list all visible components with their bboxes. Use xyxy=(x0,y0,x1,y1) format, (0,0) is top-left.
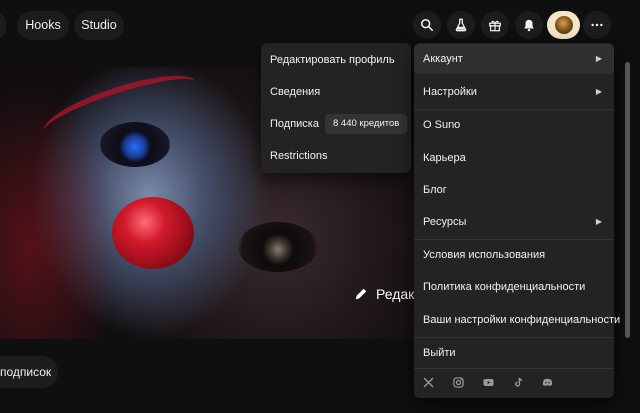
lab-button[interactable] xyxy=(447,11,475,39)
search-icon xyxy=(420,18,434,32)
menu-item-blog[interactable]: Блог xyxy=(414,175,614,205)
menu-item-label: Настройки xyxy=(423,86,477,98)
chevron-right-icon: ▶ xyxy=(595,54,602,63)
more-button[interactable] xyxy=(583,11,611,39)
menu-item-careers[interactable]: Карьера xyxy=(414,143,614,173)
menu-item-edit-profile[interactable]: Редактировать профиль xyxy=(261,45,411,75)
menu-item-settings[interactable]: Настройки ▶ xyxy=(414,77,614,107)
menu-item-label: Редактировать профиль xyxy=(270,54,395,66)
chevron-right-icon: ▶ xyxy=(595,217,602,226)
menu-item-account[interactable]: Аккаунт ▶ xyxy=(414,44,614,74)
menu-item-label: Restrictions xyxy=(270,150,328,162)
menu-divider xyxy=(414,368,614,369)
notifications-button[interactable] xyxy=(515,11,543,39)
menu-item-label: Подписка xyxy=(270,118,319,130)
menu-item-label: Выйти xyxy=(423,347,456,359)
banner-eye-right xyxy=(238,222,318,272)
scrollbar-thumb[interactable] xyxy=(625,62,630,338)
edit-profile-button[interactable]: Редак xyxy=(354,286,414,302)
menu-item-label: Ресурсы xyxy=(423,216,467,228)
menu-item-details[interactable]: Сведения xyxy=(261,77,411,107)
gift-button[interactable] xyxy=(481,11,509,39)
avatar[interactable] xyxy=(547,11,580,39)
account-submenu: Редактировать профиль Сведения Подписка … xyxy=(261,43,411,173)
menu-item-privacy-settings[interactable]: Ваши настройки конфиденциальности xyxy=(414,305,620,335)
nav-tab-partial[interactable] xyxy=(0,11,6,40)
menu-item-label: Сведения xyxy=(270,86,321,98)
avatar-image xyxy=(554,16,573,34)
nav-tab-hooks[interactable]: Hooks xyxy=(17,11,69,40)
menu-item-privacy-policy[interactable]: Политика конфиденциальности xyxy=(414,272,614,302)
youtube-icon[interactable] xyxy=(481,375,495,389)
more-icon xyxy=(591,23,603,27)
menu-item-label: Блог xyxy=(423,184,447,196)
menu-item-subscription[interactable]: Подписка 8 440 кредитов xyxy=(261,109,411,139)
tiktok-icon[interactable] xyxy=(511,375,525,389)
banner-nose xyxy=(112,197,194,269)
menu-item-label: Аккаунт xyxy=(423,53,463,65)
pencil-icon xyxy=(355,288,367,300)
flask-icon xyxy=(455,18,467,32)
subscriptions-chip[interactable]: подписок xyxy=(0,356,58,388)
menu-item-terms[interactable]: Условия использования xyxy=(414,240,614,270)
menu-item-label: Политика конфиденциальности xyxy=(423,281,586,293)
menu-item-resources[interactable]: Ресурсы ▶ xyxy=(414,207,614,237)
menu-item-logout[interactable]: Выйти xyxy=(414,338,614,368)
bell-icon xyxy=(524,19,534,32)
x-icon[interactable] xyxy=(421,375,435,389)
edit-profile-label: Редак xyxy=(376,286,415,302)
menu-item-label: Карьера xyxy=(423,152,466,164)
nav-tab-studio[interactable]: Studio xyxy=(74,11,124,40)
search-button[interactable] xyxy=(413,11,441,39)
menu-item-restrictions[interactable]: Restrictions xyxy=(261,141,411,171)
menu-item-label: Условия использования xyxy=(423,249,546,261)
menu-item-label: О Suno xyxy=(423,119,461,131)
menu-item-about[interactable]: О Suno xyxy=(414,110,614,140)
instagram-icon[interactable] xyxy=(451,375,465,389)
banner-eye-left xyxy=(100,122,170,167)
discord-icon[interactable] xyxy=(540,375,554,389)
gift-icon xyxy=(489,20,501,32)
menu-item-label: Ваши настройки конфиденциальности xyxy=(423,314,621,326)
chevron-right-icon: ▶ xyxy=(595,87,602,96)
main-menu: Аккаунт ▶ Настройки ▶ О Suno Карьера Бло… xyxy=(414,43,620,398)
credits-badge: 8 440 кредитов xyxy=(325,114,408,134)
